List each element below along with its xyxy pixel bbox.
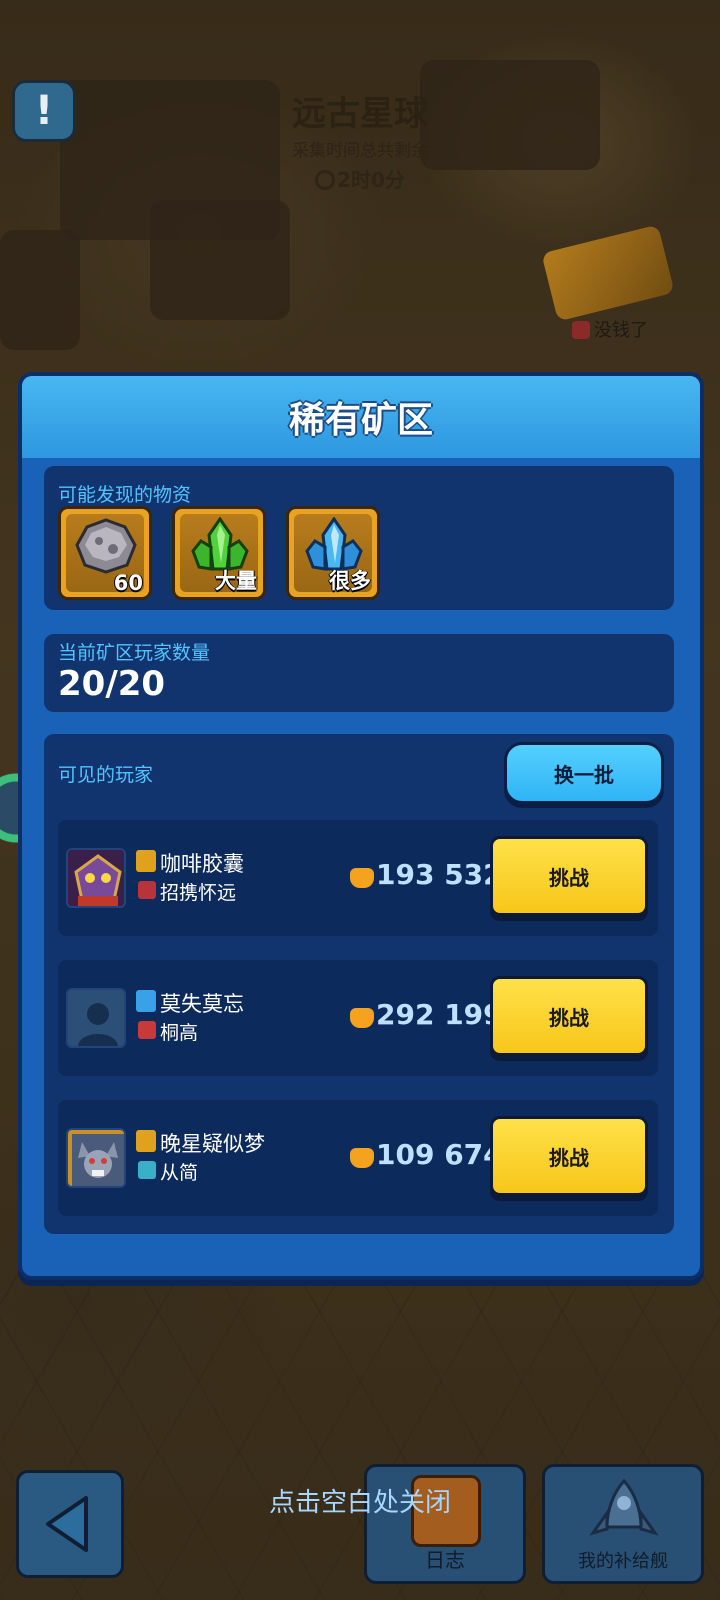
player-count-panel: 当前矿区玩家数量 20/20 — [44, 634, 674, 712]
guild-icon — [138, 1021, 156, 1039]
monster-avatar-icon — [68, 850, 124, 906]
player-name: 咖啡胶囊 — [160, 852, 244, 876]
guild-icon — [138, 1161, 156, 1179]
resource-slot-ore[interactable]: 60 — [58, 506, 152, 600]
fist-power-icon — [350, 1008, 374, 1028]
resource-qty: 很多 — [329, 569, 371, 593]
challenge-button[interactable]: 挑战 — [490, 836, 648, 916]
supply-ship-label: 我的补给舰 — [578, 1551, 668, 1572]
refresh-button[interactable]: 换一批 — [504, 742, 664, 804]
remaining-timer: 2时0分 — [0, 164, 720, 193]
rank-badge-icon — [136, 990, 156, 1012]
resources-label: 可能发现的物资 — [58, 484, 192, 506]
dialog-title: 稀有矿区 — [288, 400, 433, 441]
visible-players-panel: 可见的玩家 换一批 咖啡胶囊 招携怀远 193 532 挑战 莫失莫忘 桐高 2… — [44, 734, 674, 1234]
player-name: 莫失莫忘 — [160, 992, 244, 1016]
rank-badge-icon — [136, 1130, 156, 1152]
player-count-value: 20/20 — [58, 664, 166, 704]
default-avatar-icon — [68, 990, 124, 1046]
guild-name: 从简 — [160, 1162, 199, 1184]
challenge-button[interactable]: 挑战 — [490, 976, 648, 1056]
planet-subtitle: 采集时间总共剩余 — [292, 141, 428, 161]
resources-panel: 可能发现的物资 60 大量 很多 — [44, 466, 674, 610]
challenge-button[interactable]: 挑战 — [490, 1116, 648, 1196]
timer-text: 2时0分 — [337, 168, 405, 192]
rare-mine-dialog: 稀有矿区 可能发现的物资 60 大量 很多 当前矿区玩家数量 20/20 可见的… — [18, 372, 704, 1280]
resource-slot-green-crystal[interactable]: 大量 — [172, 506, 266, 600]
ship-status: 没钱了 — [572, 316, 648, 342]
resource-qty: 大量 — [215, 569, 257, 593]
guild-name: 招携怀远 — [160, 882, 237, 904]
avatar[interactable] — [66, 1128, 126, 1188]
wolf-avatar-icon — [68, 1130, 124, 1186]
dialog-header: 稀有矿区 — [22, 376, 700, 458]
resource-slot-blue-crystal[interactable]: 很多 — [286, 506, 380, 600]
rank-badge-icon — [136, 850, 156, 872]
avatar[interactable] — [66, 988, 126, 1048]
ore-rock-icon — [75, 518, 137, 574]
player-row: 咖啡胶囊 招携怀远 193 532 挑战 — [58, 820, 658, 936]
player-row: 晚星疑似梦 从简 109 674 挑战 — [58, 1100, 658, 1216]
guild-icon — [138, 881, 156, 899]
combat-power: 292 199 — [376, 998, 503, 1031]
player-row: 莫失莫忘 桐高 292 199 挑战 — [58, 960, 658, 1076]
log-label: 日志 — [425, 1548, 465, 1572]
guild-badge-icon — [572, 321, 590, 339]
ship-status-text: 没钱了 — [594, 320, 648, 341]
player-count-label: 当前矿区玩家数量 — [58, 642, 211, 664]
combat-power: 109 674 — [376, 1138, 503, 1171]
combat-power: 193 532 — [376, 858, 503, 891]
fist-power-icon — [350, 868, 374, 888]
guild-name: 桐高 — [160, 1022, 199, 1044]
clock-icon — [315, 170, 336, 190]
fist-power-icon — [350, 1148, 374, 1168]
planet-title: 远古星球 — [292, 94, 428, 134]
close-hint: 点击空白处关闭 — [268, 1488, 451, 1518]
player-name: 晚星疑似梦 — [160, 1132, 265, 1156]
resource-qty: 60 — [113, 571, 143, 595]
avatar[interactable] — [66, 848, 126, 908]
visible-players-label: 可见的玩家 — [58, 764, 154, 786]
